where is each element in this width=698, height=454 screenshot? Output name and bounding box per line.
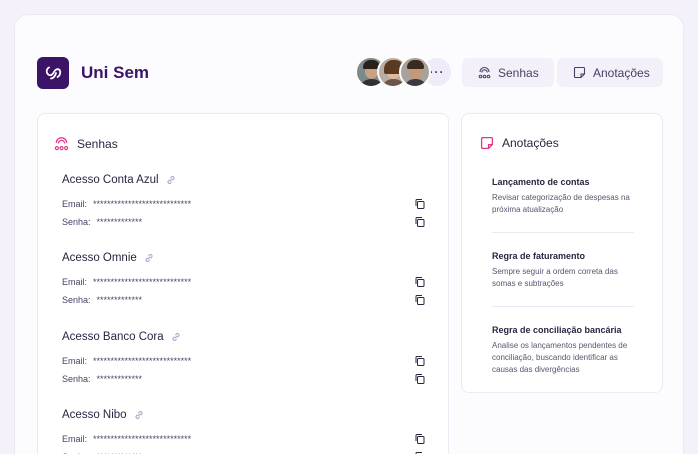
app-logo <box>37 57 69 89</box>
avatar[interactable] <box>399 56 431 88</box>
entry-name: Acesso Omnie <box>62 250 432 266</box>
link-icon[interactable] <box>166 175 176 185</box>
link-icon[interactable] <box>171 332 181 342</box>
password-entry: Acesso Conta Azul Email: ****************… <box>62 172 432 227</box>
note-text: Revisar categorização de despesas na pró… <box>492 193 630 214</box>
entry-name-text: Acesso Conta Azul <box>62 174 159 186</box>
copy-icon[interactable] <box>414 373 426 385</box>
entry-name: Acesso Banco Cora <box>62 329 432 345</box>
link-icon[interactable] <box>134 410 144 420</box>
email-row: Email: **************************** <box>62 276 191 288</box>
passwords-title-text: Senhas <box>77 136 118 151</box>
email-label: Email: <box>62 199 88 209</box>
divider <box>492 232 634 233</box>
note-item[interactable]: Regra de faturamento Sempre seguir a ord… <box>492 250 634 290</box>
password-value: ************* <box>96 374 143 384</box>
passwords-button[interactable]: Senhas <box>462 58 554 87</box>
email-value: **************************** <box>93 356 192 366</box>
email-row: Email: **************************** <box>62 433 191 445</box>
copy-icon[interactable] <box>414 433 426 445</box>
sticky-note-icon <box>480 136 494 150</box>
email-value: **************************** <box>93 434 192 444</box>
email-value: **************************** <box>93 199 192 209</box>
app-window: Uni Sem ··· Senhas Anotações Senhas Aces… <box>14 14 684 454</box>
note-item[interactable]: Lançamento de contas Revisar categorizaç… <box>492 176 634 216</box>
password-label: Senha: <box>62 295 91 305</box>
copy-icon[interactable] <box>414 294 426 306</box>
entry-name: Acesso Nibo <box>62 407 432 423</box>
notes-button-label: Anotações <box>593 65 650 80</box>
notes-title-text: Anotações <box>502 136 559 150</box>
password-row: Senha: ************* <box>62 216 142 228</box>
password-value: ************* <box>96 295 143 305</box>
email-label: Email: <box>62 434 88 444</box>
notes-panel: Anotações Lançamento de contas Revisar c… <box>461 113 663 393</box>
page-title: Uni Sem <box>81 63 150 82</box>
note-item[interactable]: Regra de conciliação bancária Analise os… <box>492 324 634 376</box>
password-entry: Acesso Banco Cora Email: ****************… <box>62 329 432 384</box>
copy-icon[interactable] <box>414 276 426 288</box>
entry-name-text: Acesso Omnie <box>62 252 137 264</box>
copy-icon[interactable] <box>414 355 426 367</box>
copy-icon[interactable] <box>414 198 426 210</box>
password-label: Senha: <box>62 374 91 384</box>
notes-panel-title: Anotações <box>480 136 559 150</box>
entry-name-text: Acesso Banco Cora <box>62 331 164 343</box>
entry-name-text: Acesso Nibo <box>62 409 127 421</box>
password-row: Senha: ************* <box>62 373 142 385</box>
passwords-button-label: Senhas <box>498 65 539 80</box>
notes-button[interactable]: Anotações <box>557 58 663 87</box>
password-entry: Acesso Omnie Email: *********************… <box>62 250 432 305</box>
email-label: Email: <box>62 277 88 287</box>
copy-icon[interactable] <box>414 216 426 228</box>
team-avatars[interactable]: ··· <box>355 56 453 88</box>
email-row: Email: **************************** <box>62 198 191 210</box>
note-title: Regra de conciliação bancária <box>492 325 622 335</box>
note-title: Lançamento de contas <box>492 177 590 187</box>
note-text: Analise os lançamentos pendentes de conc… <box>492 341 628 374</box>
password-value: ************* <box>96 217 143 227</box>
passwords-panel-title: Senhas <box>54 136 118 151</box>
note-text: Sempre seguir a ordem correta das somas … <box>492 267 618 288</box>
divider <box>492 306 634 307</box>
password-entry: Acesso Nibo Email: **********************… <box>62 407 432 454</box>
password-row: Senha: ************* <box>62 294 142 306</box>
app-header: Uni Sem <box>37 57 149 89</box>
entry-name: Acesso Conta Azul <box>62 172 432 188</box>
email-label: Email: <box>62 356 88 366</box>
logo-icon <box>45 66 62 80</box>
password-label: Senha: <box>62 217 91 227</box>
fingerprint-icon <box>478 66 491 79</box>
sticky-note-icon <box>573 66 586 79</box>
passwords-panel: Senhas Acesso Conta Azul Email: *********… <box>37 113 449 454</box>
fingerprint-icon <box>54 137 69 151</box>
email-value: **************************** <box>93 277 192 287</box>
note-title: Regra de faturamento <box>492 251 586 261</box>
link-icon[interactable] <box>144 253 154 263</box>
email-row: Email: **************************** <box>62 355 191 367</box>
